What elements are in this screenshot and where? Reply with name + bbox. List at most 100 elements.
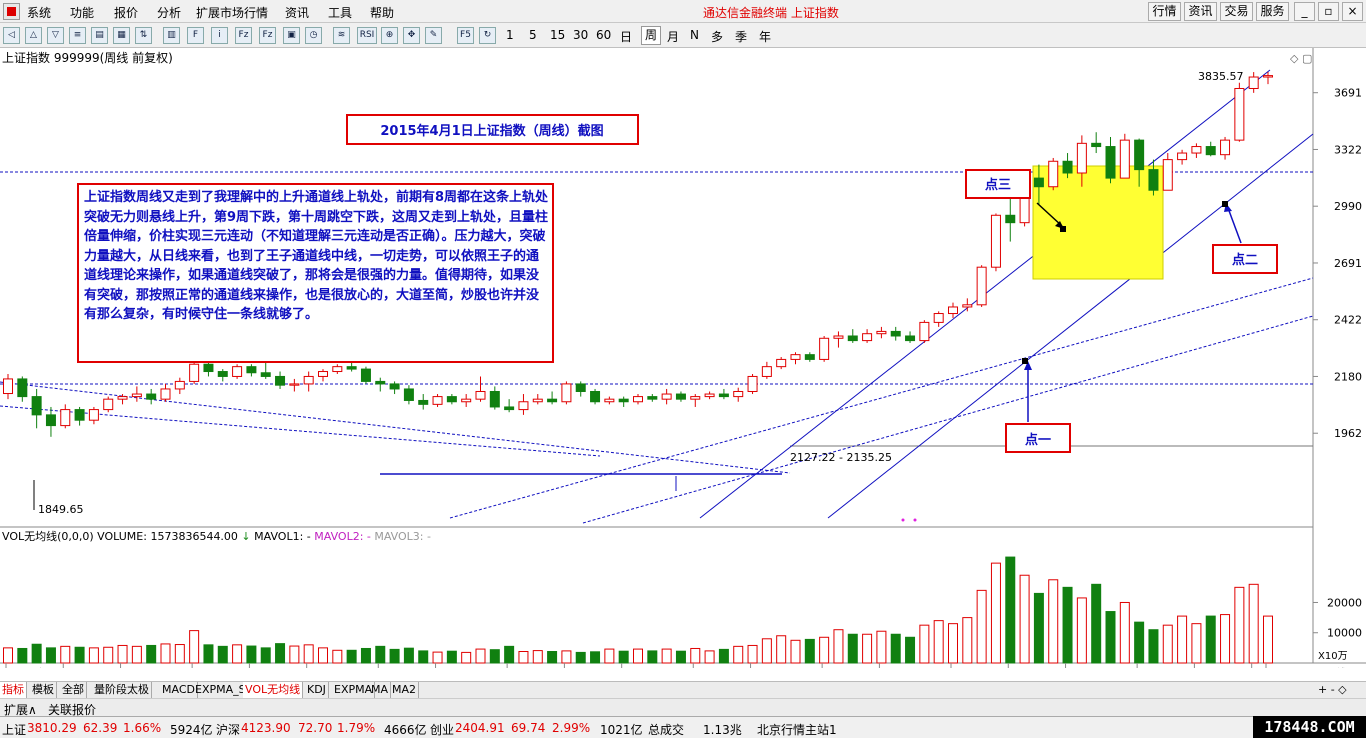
quote-button[interactable]: 行情	[1148, 2, 1181, 21]
menu-tools[interactable]: 工具	[328, 4, 352, 21]
info-icon[interactable]: i	[211, 27, 228, 44]
period-day[interactable]: 日	[620, 28, 632, 45]
period-5min[interactable]: 5	[529, 28, 537, 42]
pen-icon[interactable]: ✎	[425, 27, 442, 44]
period-60min[interactable]: 60	[596, 28, 611, 42]
candle-body	[590, 390, 601, 403]
service-button[interactable]: 服务	[1256, 2, 1289, 21]
period-week[interactable]: 周	[641, 26, 662, 45]
menu-extended-market[interactable]: 扩展市场行情	[196, 4, 268, 21]
period-multi[interactable]: 多	[711, 28, 723, 45]
tab-taiji[interactable]: 量阶段太极	[92, 682, 152, 699]
trade-button[interactable]: 交易	[1220, 2, 1253, 21]
cy-index-change: 69.74	[511, 721, 546, 735]
candle-body	[389, 383, 400, 390]
hs-index-change: 72.70	[298, 721, 333, 735]
period-year[interactable]: 年	[759, 28, 771, 45]
rsi-icon[interactable]: RSI	[357, 27, 377, 44]
cy-index-value[interactable]: 2404.91	[455, 721, 505, 735]
period-season[interactable]: 季	[735, 28, 747, 45]
volume-bar	[289, 645, 300, 664]
layout-icon[interactable]: ▥	[163, 27, 180, 44]
month-label: 9	[124, 667, 131, 668]
volume-bar	[1177, 615, 1188, 664]
minimize-icon[interactable]: _	[1294, 2, 1315, 21]
tab-all[interactable]: 全部	[60, 682, 87, 699]
menu-bar: 系统 功能 报价 分析 扩展市场行情 资讯 工具 帮助 通达信金融终端 上证指数…	[0, 0, 1366, 23]
period-1min[interactable]: 1	[506, 28, 514, 42]
f10-icon[interactable]: F	[187, 27, 204, 44]
period-15min[interactable]: 15	[550, 28, 565, 42]
volume-bar	[403, 647, 414, 664]
kline-icon[interactable]: ≋	[333, 27, 350, 44]
cy-index-pct: 2.99%	[552, 721, 591, 735]
month-label: 8	[825, 667, 832, 668]
fin-icon[interactable]: Fz	[235, 27, 252, 44]
volume-bar	[375, 645, 386, 664]
tab-kdj[interactable]: KDJ	[305, 682, 329, 699]
float-icon[interactable]: ◇ ▢	[1290, 52, 1312, 65]
candle-body	[1234, 87, 1245, 141]
volume-bar	[275, 643, 286, 664]
menu-news[interactable]: 资讯	[285, 4, 309, 21]
tab-ma[interactable]: MA	[369, 682, 392, 699]
calc-icon[interactable]: ▣	[283, 27, 300, 44]
volume-bar	[575, 651, 586, 664]
candle-body	[303, 375, 314, 385]
volume-bar	[547, 651, 558, 664]
menu-quote[interactable]: 报价	[114, 4, 138, 21]
menu-analysis[interactable]: 分析	[157, 4, 181, 21]
tab-template[interactable]: 模板	[30, 682, 57, 699]
candle-body	[905, 335, 916, 342]
close-icon[interactable]: ×	[1342, 2, 1363, 21]
period-30min[interactable]: 30	[573, 28, 588, 42]
app-logo-icon[interactable]	[3, 3, 20, 20]
sh-index-value[interactable]: 3810.29	[27, 721, 77, 735]
volume-bar	[1162, 624, 1173, 664]
up-icon[interactable]: △	[25, 27, 42, 44]
candle-body	[518, 401, 529, 411]
candle-body	[618, 398, 629, 403]
month-label: 10	[195, 667, 209, 668]
clock-icon[interactable]: ◷	[305, 27, 322, 44]
tab-expma-s[interactable]: EXPMA_S	[193, 682, 249, 699]
sort-icon[interactable]: ⇅	[135, 27, 152, 44]
volume-bar	[976, 589, 987, 664]
volume-bar	[103, 646, 114, 664]
volume-bar	[847, 633, 858, 664]
tab-ma2[interactable]: MA2	[390, 682, 420, 699]
tab-vol[interactable]: VOL无均线	[243, 682, 304, 699]
zoom-controls-icon[interactable]: + - ◇	[1316, 682, 1349, 699]
move-icon[interactable]: ✥	[403, 27, 420, 44]
report-icon[interactable]: ▤	[91, 27, 108, 44]
server-name[interactable]: 北京行情主站1	[757, 721, 837, 738]
grid-icon[interactable]: ▦	[113, 27, 130, 44]
volume-bar	[933, 620, 944, 664]
hs-index-value[interactable]: 4123.90	[241, 721, 291, 735]
list-icon[interactable]: ≡	[69, 27, 86, 44]
restore-icon[interactable]: ▫	[1318, 2, 1339, 21]
fz-icon[interactable]: Fz	[259, 27, 276, 44]
menu-help[interactable]: 帮助	[370, 4, 394, 21]
tab-indicator[interactable]: 指标	[0, 682, 27, 699]
volume-bar	[74, 646, 85, 664]
volume-bar	[675, 650, 686, 664]
candle-body	[547, 398, 558, 403]
candle-body	[1205, 146, 1216, 156]
kline-chart[interactable]: 上证指数 999999(周线 前复权) ◇ ▢ 3691332229902691…	[0, 48, 1366, 668]
f5-icon[interactable]: F5	[457, 27, 474, 44]
menu-system[interactable]: 系统	[27, 4, 51, 21]
back-icon[interactable]: ◁	[3, 27, 20, 44]
refresh-icon[interactable]: ↻	[479, 27, 496, 44]
down-icon[interactable]: ▽	[47, 27, 64, 44]
candle-body	[890, 330, 901, 337]
news-button[interactable]: 资讯	[1184, 2, 1217, 21]
zoom-icon[interactable]: ⊕	[381, 27, 398, 44]
period-month[interactable]: 月	[667, 28, 679, 45]
month-label: 10	[954, 667, 968, 668]
menu-function[interactable]: 功能	[70, 4, 94, 21]
volume-bar	[1105, 611, 1116, 664]
period-n[interactable]: N	[690, 28, 699, 42]
hs-index-amount: 4666亿	[384, 723, 427, 737]
month-label: 2013年7	[9, 666, 55, 668]
